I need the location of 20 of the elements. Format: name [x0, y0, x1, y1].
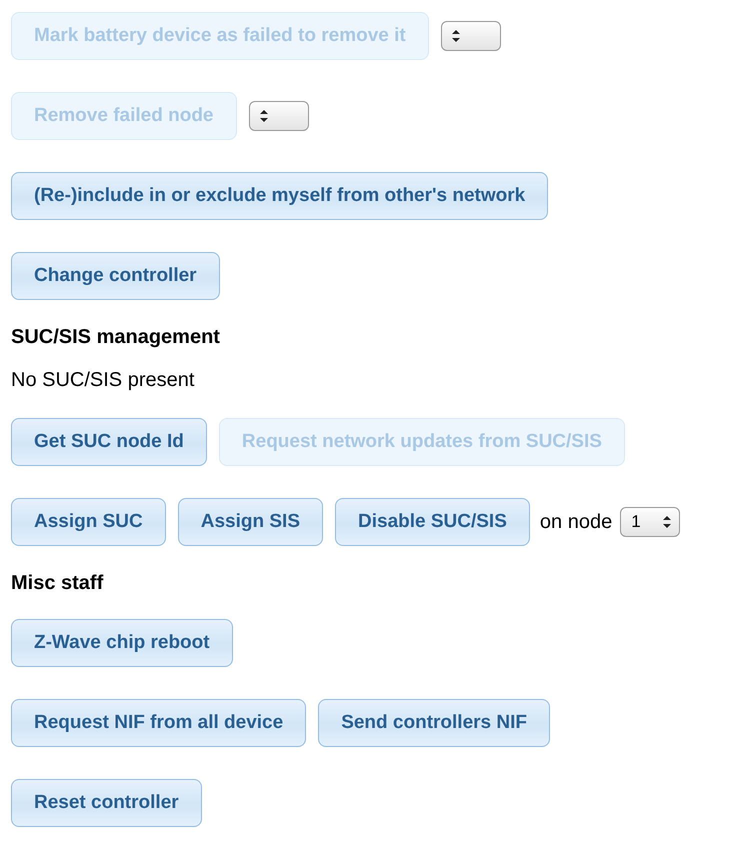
action-button[interactable]: (Re-)include in or exclude myself from other's network — [11, 172, 548, 220]
section-heading: Misc staff — [11, 572, 104, 595]
section-heading: SUC/SIS management — [11, 326, 221, 349]
action-button[interactable]: Reset controller — [11, 779, 202, 827]
action-button[interactable]: Z-Wave chip reboot — [11, 619, 233, 667]
node-select[interactable]: 1 — [620, 507, 680, 537]
node-select[interactable] — [440, 21, 501, 51]
action-button[interactable]: Disable SUC/SIS — [335, 498, 530, 546]
up-down-arrows-icon — [260, 110, 268, 122]
up-down-arrows-icon — [452, 30, 460, 42]
select-label: on node — [540, 510, 612, 534]
status-text: No SUC/SIS present — [11, 369, 196, 392]
action-button[interactable]: Assign SUC — [11, 498, 166, 546]
action-button[interactable]: Change controller — [11, 252, 220, 300]
action-button[interactable]: Send controllers NIF — [318, 699, 550, 747]
node-select[interactable] — [248, 101, 308, 131]
action-button[interactable]: Get SUC node Id — [11, 418, 207, 466]
up-down-arrows-icon — [663, 516, 672, 528]
action-button[interactable]: Request NIF from all device — [11, 699, 306, 747]
action-button[interactable]: Assign SIS — [178, 498, 323, 546]
